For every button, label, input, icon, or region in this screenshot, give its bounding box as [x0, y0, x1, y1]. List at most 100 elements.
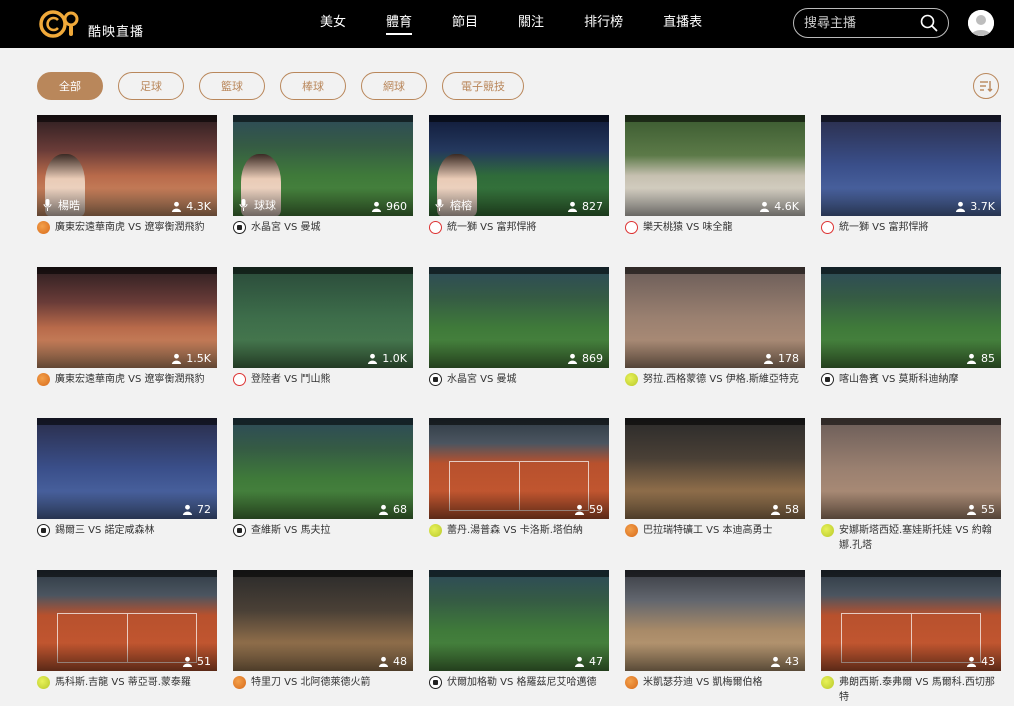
nav-item-5[interactable]: 直播表	[663, 0, 702, 48]
stream-title-row[interactable]: 馬科斯.吉龍 VS 蒂亞哥.蒙泰羅	[37, 675, 217, 690]
stream-thumbnail[interactable]: 4.6K	[625, 115, 805, 216]
stream-title-row[interactable]: 統一獅 VS 富邦悍將	[429, 220, 609, 235]
stream-thumbnail[interactable]: 榕榕 827	[429, 115, 609, 216]
stream-thumbnail[interactable]: 58	[625, 418, 805, 519]
stream-card[interactable]: 51 馬科斯.吉龍 VS 蒂亞哥.蒙泰羅	[37, 570, 217, 706]
filter-chip-3[interactable]: 棒球	[280, 72, 346, 100]
stream-thumbnail[interactable]: 1.5K	[37, 267, 217, 368]
search-box[interactable]	[793, 8, 949, 38]
search-input[interactable]	[804, 14, 914, 32]
stream-card[interactable]: 1.0K 登陸者 VS 鬥山熊	[233, 267, 413, 407]
stream-title[interactable]: 查維斯 VS 馬夫拉	[251, 523, 331, 538]
stream-title[interactable]: 努拉.西格蒙德 VS 伊格.斯維亞特克	[643, 372, 799, 387]
stream-card[interactable]: 72 錫爾三 VS 諾定咸森林	[37, 418, 217, 558]
stream-title[interactable]: 錫爾三 VS 諾定咸森林	[55, 523, 155, 538]
stream-card[interactable]: 球球 960 水晶宮 VS 曼城	[233, 115, 413, 255]
nav-item-3[interactable]: 關注	[518, 0, 544, 48]
stream-title[interactable]: 登陸者 VS 鬥山熊	[251, 372, 331, 387]
stream-title-row[interactable]: 統一獅 VS 富邦悍將	[821, 220, 1001, 235]
stream-card[interactable]: 43 弗朗西斯.泰弗爾 VS 馬爾科.西切那特	[821, 570, 1001, 706]
stream-title[interactable]: 安娜斯塔西婭.塞娃斯托娃 VS 約翰娜.孔塔	[839, 523, 1001, 553]
stream-thumbnail[interactable]: 球球 960	[233, 115, 413, 216]
stream-title-row[interactable]: 水晶宮 VS 曼城	[233, 220, 413, 235]
logo[interactable]: 酷映直播	[38, 8, 144, 40]
stream-title[interactable]: 水晶宮 VS 曼城	[447, 372, 517, 387]
stream-card[interactable]: 85 喀山魯賓 VS 莫斯科迪納摩	[821, 267, 1001, 407]
stream-card[interactable]: 4.6K 樂天桃猿 VS 味全龍	[625, 115, 805, 255]
stream-title[interactable]: 米凱瑟芬迪 VS 凱梅爾伯格	[643, 675, 763, 690]
stream-card[interactable]: 48 特里刀 VS 北阿德萊德火箭	[233, 570, 413, 706]
nav-item-4[interactable]: 排行榜	[584, 0, 623, 48]
stream-title-row[interactable]: 努拉.西格蒙德 VS 伊格.斯維亞特克	[625, 372, 805, 387]
stream-title[interactable]: 巴拉瑞特礦工 VS 本迪高勇士	[643, 523, 773, 538]
stream-title-row[interactable]: 查維斯 VS 馬夫拉	[233, 523, 413, 538]
stream-title[interactable]: 蕾丹.湯普森 VS 卡洛斯.塔伯納	[447, 523, 583, 538]
stream-thumbnail[interactable]: 51	[37, 570, 217, 671]
stream-title[interactable]: 水晶宮 VS 曼城	[251, 220, 321, 235]
stream-title-row[interactable]: 伏爾加格勒 VS 格羅茲尼艾哈邁德	[429, 675, 609, 690]
stream-title[interactable]: 廣東宏遠華南虎 VS 遼寧衡潤飛豹	[55, 372, 205, 387]
search-icon[interactable]	[920, 14, 938, 32]
stream-card[interactable]: 869 水晶宮 VS 曼城	[429, 267, 609, 407]
stream-card[interactable]: 47 伏爾加格勒 VS 格羅茲尼艾哈邁德	[429, 570, 609, 706]
stream-title-row[interactable]: 特里刀 VS 北阿德萊德火箭	[233, 675, 413, 690]
stream-thumbnail[interactable]: 48	[233, 570, 413, 671]
stream-card[interactable]: 55 安娜斯塔西婭.塞娃斯托娃 VS 約翰娜.孔塔	[821, 418, 1001, 558]
stream-title-row[interactable]: 錫爾三 VS 諾定咸森林	[37, 523, 217, 538]
stream-thumbnail[interactable]: 1.0K	[233, 267, 413, 368]
stream-card[interactable]: 59 蕾丹.湯普森 VS 卡洛斯.塔伯納	[429, 418, 609, 558]
stream-card[interactable]: 楊晧 4.3K 廣東宏遠華南虎 VS 遼寧衡潤飛豹	[37, 115, 217, 255]
stream-title-row[interactable]: 廣東宏遠華南虎 VS 遼寧衡潤飛豹	[37, 372, 217, 387]
stream-card[interactable]: 1.5K 廣東宏遠華南虎 VS 遼寧衡潤飛豹	[37, 267, 217, 407]
stream-title-row[interactable]: 登陸者 VS 鬥山熊	[233, 372, 413, 387]
nav-item-0[interactable]: 美女	[320, 0, 346, 48]
stream-thumbnail[interactable]: 3.7K	[821, 115, 1001, 216]
stream-thumbnail[interactable]: 72	[37, 418, 217, 519]
stream-title-row[interactable]: 廣東宏遠華南虎 VS 遼寧衡潤飛豹	[37, 220, 217, 235]
user-avatar[interactable]	[968, 10, 994, 36]
stream-title[interactable]: 廣東宏遠華南虎 VS 遼寧衡潤飛豹	[55, 220, 205, 235]
stream-card[interactable]: 178 努拉.西格蒙德 VS 伊格.斯維亞特克	[625, 267, 805, 407]
stream-thumbnail[interactable]: 55	[821, 418, 1001, 519]
stream-thumbnail[interactable]: 68	[233, 418, 413, 519]
stream-title[interactable]: 統一獅 VS 富邦悍將	[447, 220, 537, 235]
nav-item-1[interactable]: 體育	[386, 0, 413, 48]
stream-title[interactable]: 統一獅 VS 富邦悍將	[839, 220, 929, 235]
filter-chip-1[interactable]: 足球	[118, 72, 184, 100]
stream-thumbnail[interactable]: 869	[429, 267, 609, 368]
filter-chip-5[interactable]: 電子競技	[442, 72, 524, 100]
scoreboard-strip	[429, 267, 609, 274]
filter-chip-2[interactable]: 籃球	[199, 72, 265, 100]
stream-thumbnail[interactable]: 43	[625, 570, 805, 671]
stream-card[interactable]: 3.7K 統一獅 VS 富邦悍將	[821, 115, 1001, 255]
stream-title-row[interactable]: 弗朗西斯.泰弗爾 VS 馬爾科.西切那特	[821, 675, 1001, 705]
stream-card[interactable]: 43 米凱瑟芬迪 VS 凱梅爾伯格	[625, 570, 805, 706]
stream-title-row[interactable]: 喀山魯賓 VS 莫斯科迪納摩	[821, 372, 1001, 387]
stream-title-row[interactable]: 蕾丹.湯普森 VS 卡洛斯.塔伯納	[429, 523, 609, 538]
nav-item-2[interactable]: 節目	[452, 0, 478, 48]
stream-card[interactable]: 58 巴拉瑞特礦工 VS 本迪高勇士	[625, 418, 805, 558]
sort-button[interactable]	[973, 73, 999, 99]
stream-title[interactable]: 樂天桃猿 VS 味全龍	[643, 220, 733, 235]
stream-title-row[interactable]: 巴拉瑞特礦工 VS 本迪高勇士	[625, 523, 805, 538]
stream-thumbnail[interactable]: 楊晧 4.3K	[37, 115, 217, 216]
scoreboard-strip	[37, 115, 217, 122]
stream-title[interactable]: 馬科斯.吉龍 VS 蒂亞哥.蒙泰羅	[55, 675, 191, 690]
stream-thumbnail[interactable]: 47	[429, 570, 609, 671]
stream-title[interactable]: 伏爾加格勒 VS 格羅茲尼艾哈邁德	[447, 675, 597, 690]
stream-card[interactable]: 榕榕 827 統一獅 VS 富邦悍將	[429, 115, 609, 255]
stream-thumbnail[interactable]: 178	[625, 267, 805, 368]
stream-title-row[interactable]: 米凱瑟芬迪 VS 凱梅爾伯格	[625, 675, 805, 690]
filter-chip-4[interactable]: 網球	[361, 72, 427, 100]
stream-title[interactable]: 弗朗西斯.泰弗爾 VS 馬爾科.西切那特	[839, 675, 1001, 705]
stream-thumbnail[interactable]: 43	[821, 570, 1001, 671]
filter-chip-0[interactable]: 全部	[37, 72, 103, 100]
stream-title-row[interactable]: 水晶宮 VS 曼城	[429, 372, 609, 387]
stream-title-row[interactable]: 樂天桃猿 VS 味全龍	[625, 220, 805, 235]
stream-card[interactable]: 68 查維斯 VS 馬夫拉	[233, 418, 413, 558]
stream-title[interactable]: 特里刀 VS 北阿德萊德火箭	[251, 675, 371, 690]
stream-title-row[interactable]: 安娜斯塔西婭.塞娃斯托娃 VS 約翰娜.孔塔	[821, 523, 1001, 553]
stream-thumbnail[interactable]: 59	[429, 418, 609, 519]
stream-thumbnail[interactable]: 85	[821, 267, 1001, 368]
stream-title[interactable]: 喀山魯賓 VS 莫斯科迪納摩	[839, 372, 959, 387]
